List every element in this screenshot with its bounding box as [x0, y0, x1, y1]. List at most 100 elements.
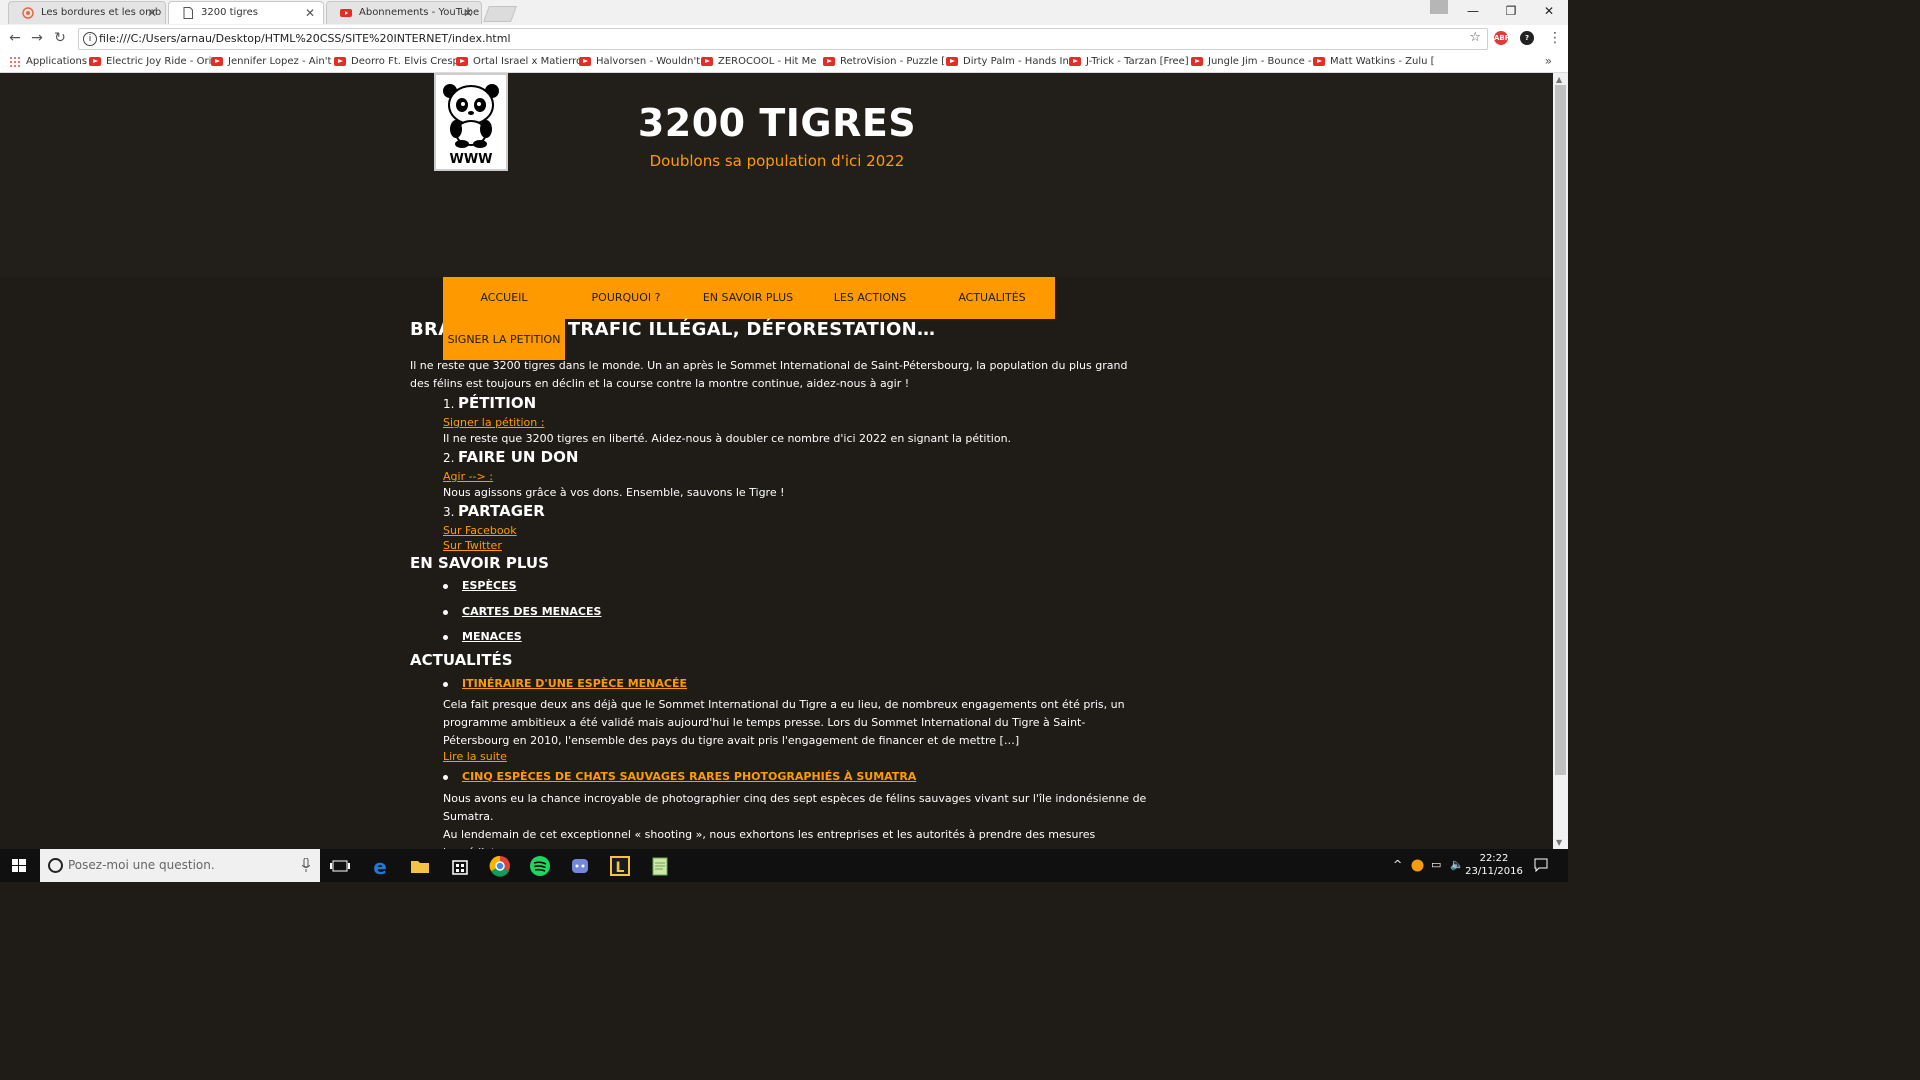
tab-youtube[interactable]: Abonnements - YouTube ✕	[326, 1, 482, 24]
cortana-search-box[interactable]: Posez-moi une question.	[40, 849, 320, 882]
close-tab-icon[interactable]: ✕	[305, 2, 315, 24]
bookmarks-bar: Applications Electric Joy Ride - Orig Je…	[0, 52, 1568, 73]
news-heading: ACTUALITÉS	[410, 651, 513, 669]
close-tab-icon[interactable]: ✕	[463, 2, 473, 24]
tray-overflow-icon[interactable]: ^	[1393, 858, 1402, 871]
microphone-icon[interactable]	[302, 858, 310, 872]
bookmarks-overflow-icon[interactable]: »	[1545, 54, 1552, 68]
system-clock[interactable]: 22:22 23/11/2016	[1464, 852, 1524, 878]
threats-link[interactable]: MENACES	[462, 630, 522, 643]
youtube-icon	[334, 57, 346, 66]
news-excerpt: Cela fait presque deux ans déjà que le S…	[443, 698, 1125, 747]
youtube-icon	[456, 57, 468, 66]
news-title-link[interactable]: CINQ ESPÈCES DE CHATS SAUVAGES RARES PHO…	[462, 770, 916, 783]
step-text: Nous agissons grâce à vos dons. Ensemble…	[443, 486, 785, 499]
cortana-icon	[48, 858, 63, 873]
scroll-thumb[interactable]	[1555, 85, 1566, 775]
nav-pourquoi[interactable]: POURQUOI ?	[565, 277, 687, 319]
info-icon[interactable]: i	[83, 32, 97, 46]
bookmark-item[interactable]: Halvorsen - Wouldn't	[579, 55, 706, 69]
facebook-link[interactable]: Sur Facebook	[443, 524, 517, 537]
edge-browser-icon[interactable]: e	[362, 853, 398, 879]
chrome-icon[interactable]	[482, 853, 518, 879]
step-heading: FAIRE UN DON	[457, 448, 579, 466]
nav-signer-la-petition[interactable]: SIGNER LA PETITION	[443, 319, 565, 360]
close-window-icon[interactable]: ✕	[1530, 0, 1568, 22]
store-icon[interactable]	[442, 853, 478, 879]
bookmark-item[interactable]: Jennifer Lopez - Ain't	[211, 55, 338, 69]
tab-borders[interactable]: Les bordures et les ombres ✕	[8, 1, 166, 24]
menu-icon[interactable]: ⋮	[1545, 28, 1565, 48]
news-title-link[interactable]: ITINÉRAIRE D'UNE ESPÈCE MENACÉE	[462, 677, 687, 690]
sign-petition-link[interactable]: Signer la pétition :	[443, 416, 544, 429]
bookmark-star-icon[interactable]: ☆	[1469, 30, 1481, 45]
list-item: ESPÈCES	[443, 579, 517, 592]
list-item: CARTES DES MENACES	[443, 605, 601, 618]
browser-toolbar: ← → ↻ i file:///C:/Users/arnau/Desktop/H…	[0, 25, 1568, 53]
threat-map-link[interactable]: CARTES DES MENACES	[462, 605, 601, 618]
bookmark-item[interactable]: ZEROCOOL - Hit Me	[701, 55, 828, 69]
nav-accueil[interactable]: ACCUEIL	[443, 277, 565, 319]
adblock-icon[interactable]: ABP	[1494, 31, 1510, 45]
clock-time: 22:22	[1479, 853, 1509, 864]
bookmark-item[interactable]: RetroVision - Puzzle [	[823, 55, 952, 69]
twitter-link[interactable]: Sur Twitter	[443, 539, 502, 552]
especes-link[interactable]: ESPÈCES	[462, 579, 517, 592]
restore-icon[interactable]: ❐	[1492, 0, 1530, 22]
youtube-icon	[701, 57, 713, 66]
task-view-icon[interactable]	[322, 853, 358, 879]
spotify-icon[interactable]	[522, 853, 558, 879]
tab-title: Abonnements - YouTube	[359, 7, 479, 18]
svg-text:e: e	[373, 855, 387, 879]
profile-icon[interactable]	[1430, 0, 1448, 14]
bookmark-item[interactable]: Electric Joy Ride - Orig	[89, 55, 218, 69]
notepad-icon[interactable]	[642, 853, 678, 879]
page-scrollbar[interactable]: ▲ ▼	[1553, 73, 1568, 849]
scroll-down-icon[interactable]: ▼	[1556, 838, 1562, 847]
discord-icon[interactable]	[562, 853, 598, 879]
list-item: ITINÉRAIRE D'UNE ESPÈCE MENACÉE	[443, 677, 687, 690]
site-title: 3200 TIGRES	[637, 101, 917, 145]
step-share: 3. PARTAGER	[443, 502, 545, 520]
youtube-icon	[89, 57, 101, 66]
read-more-link[interactable]: Lire la suite	[443, 750, 507, 763]
network-icon[interactable]: ▭	[1431, 858, 1441, 871]
bookmark-item[interactable]: Deorro Ft. Elvis Cresp	[334, 55, 461, 69]
step-text: Il ne reste que 3200 tigres en liberté. …	[443, 432, 1012, 445]
nav-en-savoir-plus[interactable]: EN SAVOIR PLUS	[687, 277, 809, 319]
nav-les-actions[interactable]: LES ACTIONS	[809, 277, 931, 319]
bookmark-item[interactable]: J-Trick - Tarzan [Free]	[1069, 55, 1196, 69]
bookmark-item[interactable]: Jungle Jim - Bounce -	[1191, 55, 1318, 69]
bookmark-item[interactable]: Dirty Palm - Hands In	[946, 55, 1073, 69]
reload-icon[interactable]: ↻	[50, 28, 70, 48]
youtube-icon	[1191, 57, 1203, 66]
action-center-icon[interactable]	[1534, 858, 1548, 872]
extension-icon[interactable]: ?	[1520, 31, 1534, 45]
nav-actualites[interactable]: ACTUALITÉS	[931, 277, 1053, 319]
donate-link[interactable]: Agir --> :	[443, 470, 493, 483]
search-placeholder: Posez-moi une question.	[68, 858, 215, 872]
step-petition: 1. PÉTITION	[443, 394, 537, 412]
address-bar[interactable]: i file:///C:/Users/arnau/Desktop/HTML%20…	[78, 28, 1488, 50]
browser-tab-strip: Les bordures et les ombres ✕ 3200 tigres…	[0, 0, 1568, 25]
new-tab-button[interactable]	[483, 6, 517, 22]
clock-date: 23/11/2016	[1465, 866, 1523, 877]
forward-icon[interactable]: →	[27, 28, 47, 48]
scroll-up-icon[interactable]: ▲	[1556, 75, 1562, 84]
tab-title: Les bordures et les ombres	[41, 7, 161, 18]
bookmark-apps[interactable]: Applications	[9, 55, 100, 69]
tab-3200-tigres[interactable]: 3200 tigres ✕	[168, 1, 324, 24]
site-logo[interactable]: WWW	[434, 73, 508, 171]
windows-start-icon[interactable]	[0, 849, 38, 882]
minimize-icon[interactable]: —	[1454, 0, 1492, 22]
tray-app-icon[interactable]	[1411, 859, 1424, 872]
sitepoint-icon	[22, 7, 34, 19]
file-explorer-icon[interactable]	[402, 853, 438, 879]
launcher-icon[interactable]: L	[602, 853, 638, 879]
bookmark-item[interactable]: Ortal Israel x Matierro	[456, 55, 583, 69]
back-icon[interactable]: ←	[5, 28, 25, 48]
close-tab-icon[interactable]: ✕	[147, 2, 157, 24]
url-text[interactable]: file:///C:/Users/arnau/Desktop/HTML%20CS…	[99, 32, 511, 45]
bookmark-item[interactable]: Matt Watkins - Zulu [	[1313, 55, 1442, 69]
volume-icon[interactable]: 🔈	[1450, 858, 1464, 871]
